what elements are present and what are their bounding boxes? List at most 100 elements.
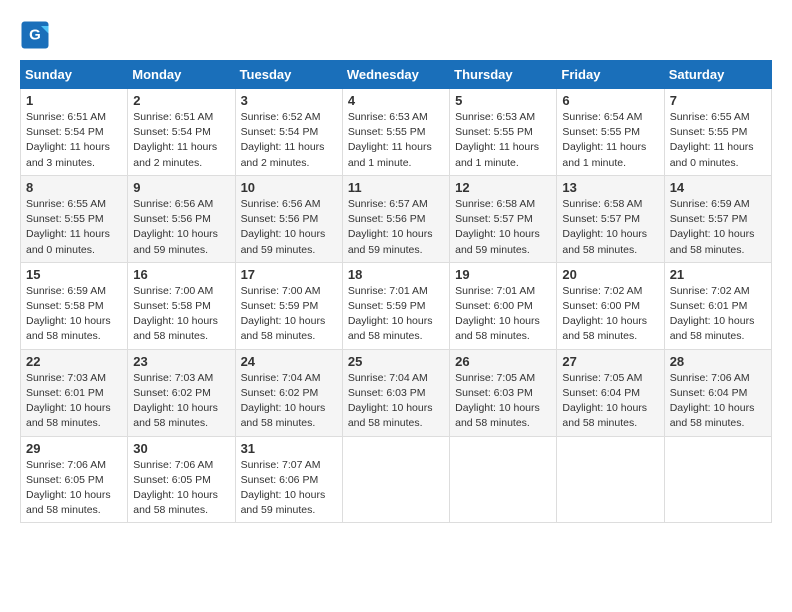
day-info: Sunrise: 6:57 AMSunset: 5:56 PMDaylight:… — [348, 197, 444, 258]
calendar-cell — [342, 436, 449, 523]
calendar-cell: 19 Sunrise: 7:01 AMSunset: 6:00 PMDaylig… — [450, 262, 557, 349]
calendar-cell: 2 Sunrise: 6:51 AMSunset: 5:54 PMDayligh… — [128, 89, 235, 176]
calendar-cell: 31 Sunrise: 7:07 AMSunset: 6:06 PMDaylig… — [235, 436, 342, 523]
day-info: Sunrise: 7:06 AMSunset: 6:04 PMDaylight:… — [670, 371, 766, 432]
calendar-cell — [450, 436, 557, 523]
calendar-cell: 9 Sunrise: 6:56 AMSunset: 5:56 PMDayligh… — [128, 175, 235, 262]
day-info: Sunrise: 6:55 AMSunset: 5:55 PMDaylight:… — [26, 197, 122, 258]
calendar-cell: 29 Sunrise: 7:06 AMSunset: 6:05 PMDaylig… — [21, 436, 128, 523]
calendar-cell: 7 Sunrise: 6:55 AMSunset: 5:55 PMDayligh… — [664, 89, 771, 176]
calendar-cell: 25 Sunrise: 7:04 AMSunset: 6:03 PMDaylig… — [342, 349, 449, 436]
day-number: 18 — [348, 267, 444, 282]
day-number: 4 — [348, 93, 444, 108]
calendar-cell: 22 Sunrise: 7:03 AMSunset: 6:01 PMDaylig… — [21, 349, 128, 436]
col-header-friday: Friday — [557, 61, 664, 89]
calendar-cell: 16 Sunrise: 7:00 AMSunset: 5:58 PMDaylig… — [128, 262, 235, 349]
day-number: 30 — [133, 441, 229, 456]
svg-text:G: G — [29, 27, 41, 44]
day-info: Sunrise: 6:53 AMSunset: 5:55 PMDaylight:… — [348, 110, 444, 171]
calendar-header-row: SundayMondayTuesdayWednesdayThursdayFrid… — [21, 61, 772, 89]
day-info: Sunrise: 6:51 AMSunset: 5:54 PMDaylight:… — [26, 110, 122, 171]
calendar-cell: 18 Sunrise: 7:01 AMSunset: 5:59 PMDaylig… — [342, 262, 449, 349]
day-info: Sunrise: 6:56 AMSunset: 5:56 PMDaylight:… — [241, 197, 337, 258]
calendar-cell: 5 Sunrise: 6:53 AMSunset: 5:55 PMDayligh… — [450, 89, 557, 176]
day-number: 7 — [670, 93, 766, 108]
col-header-sunday: Sunday — [21, 61, 128, 89]
day-number: 16 — [133, 267, 229, 282]
calendar-week-row: 15 Sunrise: 6:59 AMSunset: 5:58 PMDaylig… — [21, 262, 772, 349]
day-info: Sunrise: 6:53 AMSunset: 5:55 PMDaylight:… — [455, 110, 551, 171]
day-number: 19 — [455, 267, 551, 282]
day-info: Sunrise: 7:05 AMSunset: 6:04 PMDaylight:… — [562, 371, 658, 432]
day-number: 17 — [241, 267, 337, 282]
day-info: Sunrise: 6:58 AMSunset: 5:57 PMDaylight:… — [562, 197, 658, 258]
calendar-cell: 23 Sunrise: 7:03 AMSunset: 6:02 PMDaylig… — [128, 349, 235, 436]
calendar-cell: 11 Sunrise: 6:57 AMSunset: 5:56 PMDaylig… — [342, 175, 449, 262]
day-number: 1 — [26, 93, 122, 108]
day-info: Sunrise: 6:54 AMSunset: 5:55 PMDaylight:… — [562, 110, 658, 171]
calendar-cell: 3 Sunrise: 6:52 AMSunset: 5:54 PMDayligh… — [235, 89, 342, 176]
day-number: 10 — [241, 180, 337, 195]
calendar-cell: 30 Sunrise: 7:06 AMSunset: 6:05 PMDaylig… — [128, 436, 235, 523]
day-info: Sunrise: 7:05 AMSunset: 6:03 PMDaylight:… — [455, 371, 551, 432]
day-number: 14 — [670, 180, 766, 195]
logo-icon: G — [20, 20, 50, 50]
day-info: Sunrise: 7:00 AMSunset: 5:59 PMDaylight:… — [241, 284, 337, 345]
col-header-thursday: Thursday — [450, 61, 557, 89]
calendar-cell — [557, 436, 664, 523]
day-number: 28 — [670, 354, 766, 369]
calendar-cell: 12 Sunrise: 6:58 AMSunset: 5:57 PMDaylig… — [450, 175, 557, 262]
day-number: 8 — [26, 180, 122, 195]
day-number: 15 — [26, 267, 122, 282]
col-header-wednesday: Wednesday — [342, 61, 449, 89]
day-number: 31 — [241, 441, 337, 456]
calendar-week-row: 1 Sunrise: 6:51 AMSunset: 5:54 PMDayligh… — [21, 89, 772, 176]
day-number: 27 — [562, 354, 658, 369]
day-number: 2 — [133, 93, 229, 108]
calendar-cell: 13 Sunrise: 6:58 AMSunset: 5:57 PMDaylig… — [557, 175, 664, 262]
calendar-cell: 20 Sunrise: 7:02 AMSunset: 6:00 PMDaylig… — [557, 262, 664, 349]
day-info: Sunrise: 6:59 AMSunset: 5:57 PMDaylight:… — [670, 197, 766, 258]
day-number: 13 — [562, 180, 658, 195]
day-info: Sunrise: 7:06 AMSunset: 6:05 PMDaylight:… — [26, 458, 122, 519]
day-number: 12 — [455, 180, 551, 195]
calendar-cell: 24 Sunrise: 7:04 AMSunset: 6:02 PMDaylig… — [235, 349, 342, 436]
calendar-cell: 27 Sunrise: 7:05 AMSunset: 6:04 PMDaylig… — [557, 349, 664, 436]
calendar-table: SundayMondayTuesdayWednesdayThursdayFrid… — [20, 60, 772, 523]
day-number: 26 — [455, 354, 551, 369]
header: G — [20, 20, 772, 50]
day-info: Sunrise: 6:51 AMSunset: 5:54 PMDaylight:… — [133, 110, 229, 171]
day-info: Sunrise: 7:04 AMSunset: 6:03 PMDaylight:… — [348, 371, 444, 432]
day-number: 5 — [455, 93, 551, 108]
day-number: 9 — [133, 180, 229, 195]
calendar-cell: 15 Sunrise: 6:59 AMSunset: 5:58 PMDaylig… — [21, 262, 128, 349]
col-header-saturday: Saturday — [664, 61, 771, 89]
calendar-cell: 6 Sunrise: 6:54 AMSunset: 5:55 PMDayligh… — [557, 89, 664, 176]
calendar-cell: 4 Sunrise: 6:53 AMSunset: 5:55 PMDayligh… — [342, 89, 449, 176]
calendar-cell: 10 Sunrise: 6:56 AMSunset: 5:56 PMDaylig… — [235, 175, 342, 262]
day-number: 22 — [26, 354, 122, 369]
day-info: Sunrise: 7:00 AMSunset: 5:58 PMDaylight:… — [133, 284, 229, 345]
day-info: Sunrise: 7:07 AMSunset: 6:06 PMDaylight:… — [241, 458, 337, 519]
day-number: 20 — [562, 267, 658, 282]
day-info: Sunrise: 6:52 AMSunset: 5:54 PMDaylight:… — [241, 110, 337, 171]
calendar-cell: 28 Sunrise: 7:06 AMSunset: 6:04 PMDaylig… — [664, 349, 771, 436]
col-header-tuesday: Tuesday — [235, 61, 342, 89]
calendar-cell — [664, 436, 771, 523]
calendar-cell: 1 Sunrise: 6:51 AMSunset: 5:54 PMDayligh… — [21, 89, 128, 176]
day-info: Sunrise: 7:06 AMSunset: 6:05 PMDaylight:… — [133, 458, 229, 519]
day-info: Sunrise: 6:56 AMSunset: 5:56 PMDaylight:… — [133, 197, 229, 258]
calendar-week-row: 29 Sunrise: 7:06 AMSunset: 6:05 PMDaylig… — [21, 436, 772, 523]
day-info: Sunrise: 7:02 AMSunset: 6:00 PMDaylight:… — [562, 284, 658, 345]
calendar-cell: 17 Sunrise: 7:00 AMSunset: 5:59 PMDaylig… — [235, 262, 342, 349]
day-number: 21 — [670, 267, 766, 282]
col-header-monday: Monday — [128, 61, 235, 89]
day-info: Sunrise: 7:03 AMSunset: 6:02 PMDaylight:… — [133, 371, 229, 432]
day-info: Sunrise: 7:02 AMSunset: 6:01 PMDaylight:… — [670, 284, 766, 345]
day-info: Sunrise: 7:03 AMSunset: 6:01 PMDaylight:… — [26, 371, 122, 432]
calendar-cell: 21 Sunrise: 7:02 AMSunset: 6:01 PMDaylig… — [664, 262, 771, 349]
day-number: 29 — [26, 441, 122, 456]
calendar-cell: 8 Sunrise: 6:55 AMSunset: 5:55 PMDayligh… — [21, 175, 128, 262]
day-number: 3 — [241, 93, 337, 108]
day-info: Sunrise: 6:59 AMSunset: 5:58 PMDaylight:… — [26, 284, 122, 345]
